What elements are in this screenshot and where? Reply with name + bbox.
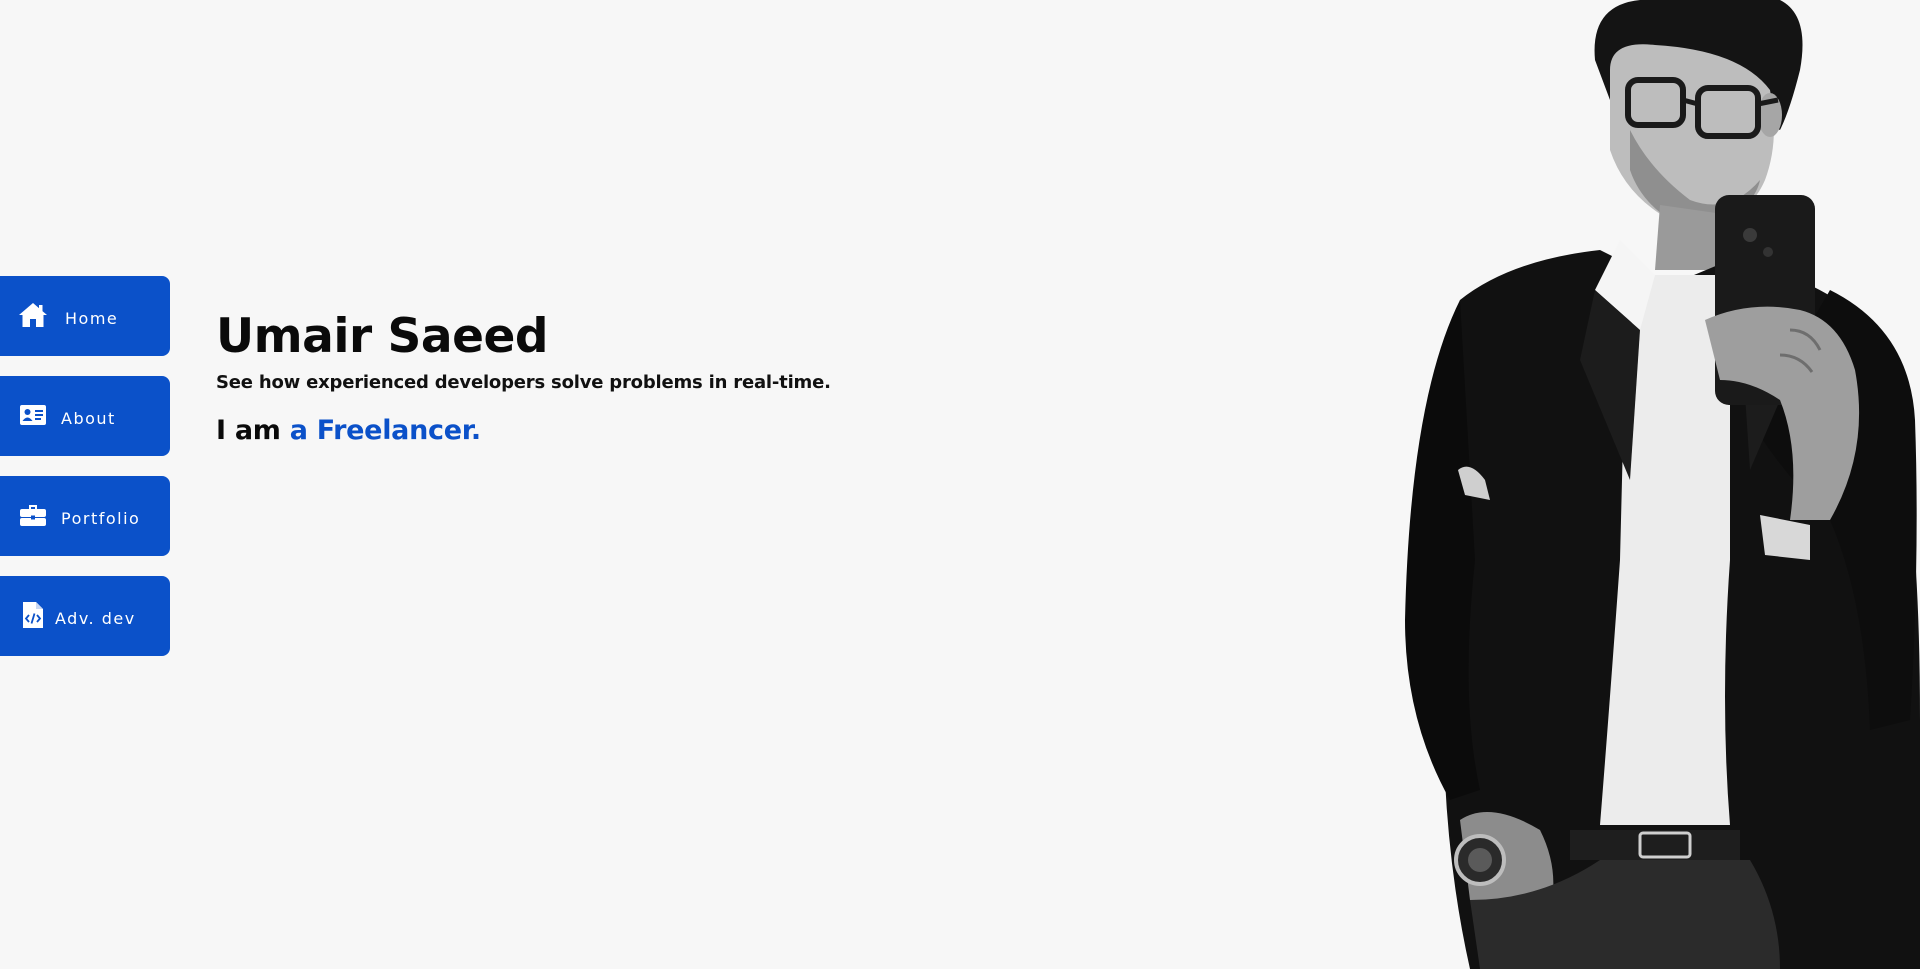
profile-photo xyxy=(1310,0,1920,969)
hero-role: I am a Freelancer. xyxy=(216,415,831,446)
nav-label-portfolio: Portfolio xyxy=(61,509,141,528)
page: Home About Portfolio Adv. dev Umair Saee… xyxy=(0,0,1920,969)
hero-subtitle: See how experienced developers solve pro… xyxy=(216,372,831,394)
nav-item-about[interactable]: About xyxy=(0,376,170,456)
nav-label-adv-dev: Adv. dev xyxy=(55,609,136,628)
nav-item-portfolio[interactable]: Portfolio xyxy=(0,476,170,556)
hero-role-prefix: I am xyxy=(216,415,281,447)
sidebar-nav: Home About Portfolio Adv. dev xyxy=(0,276,170,676)
home-icon xyxy=(18,302,48,328)
hero-name: Umair Saeed xyxy=(216,309,548,364)
nav-item-home[interactable]: Home xyxy=(0,276,170,356)
nav-label-home: Home xyxy=(65,309,119,328)
code-file-icon xyxy=(18,602,48,628)
id-card-icon xyxy=(18,402,48,428)
briefcase-icon xyxy=(18,502,48,528)
nav-item-adv-dev[interactable]: Adv. dev xyxy=(0,576,170,656)
hero-section: Umair Saeed See how experienced develope… xyxy=(216,309,831,446)
nav-label-about: About xyxy=(61,409,116,428)
hero-role-accent: a Freelancer. xyxy=(289,415,481,447)
